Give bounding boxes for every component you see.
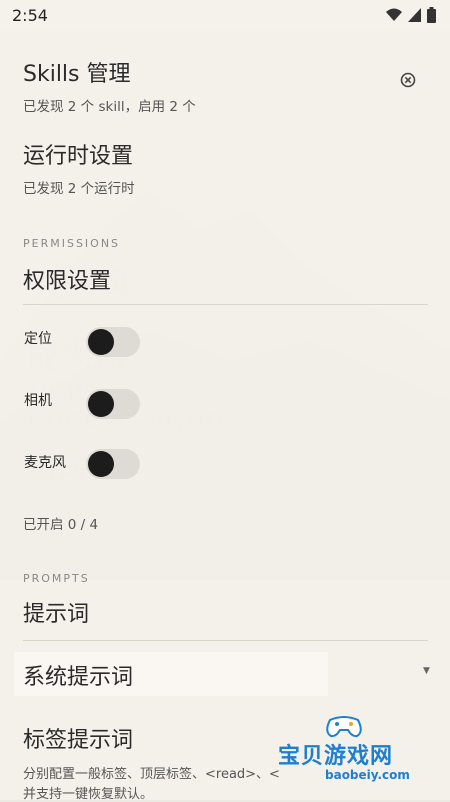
signal-icon (408, 8, 421, 22)
prompts-section-label: PROMPTS (23, 572, 90, 585)
permissions-summary: 已开启 0 / 4 (23, 517, 99, 533)
divider (23, 640, 428, 641)
permissions-section-label: PERMISSIONS (23, 237, 121, 250)
permission-label-microphone: 麦克风 (24, 455, 66, 471)
tag-prompt-title[interactable]: 标签提示词 (23, 722, 133, 754)
watermark-text: 宝贝游戏网 (278, 744, 394, 769)
dropdown-caret-icon: ▼ (423, 666, 430, 676)
status-icons (386, 7, 436, 23)
tag-prompt-description-line2: 并支持一键恢复默认。 (23, 787, 154, 802)
watermark: 宝贝游戏网 baobeiy.com (270, 710, 445, 790)
divider (23, 304, 428, 305)
runtime-title[interactable]: 运行时设置 (23, 138, 133, 170)
runtime-subtitle: 已发现 2 个运行时 (23, 181, 135, 197)
tag-prompt-description-line1: 分别配置一般标签、顶层标签、<read>、< (23, 767, 280, 782)
gamepad-icon (326, 716, 362, 738)
toggle-knob (88, 451, 114, 477)
location-toggle[interactable] (86, 327, 140, 357)
close-icon[interactable] (398, 70, 418, 90)
toggle-knob (88, 329, 114, 355)
wifi-icon (386, 8, 402, 21)
microphone-toggle[interactable] (86, 449, 140, 479)
permission-label-camera: 相机 (24, 393, 52, 409)
camera-toggle[interactable] (86, 389, 140, 419)
status-time: 2:54 (12, 6, 48, 25)
status-bar: 2:54 (0, 0, 450, 30)
prompts-title: 提示词 (23, 602, 90, 627)
skills-subtitle: 已发现 2 个 skill，启用 2 个 (23, 99, 196, 115)
skills-title[interactable]: Skills 管理 (23, 56, 131, 88)
battery-icon (427, 7, 436, 23)
permission-label-location: 定位 (24, 331, 52, 347)
toggle-knob (88, 391, 114, 417)
permissions-title: 权限设置 (23, 269, 112, 294)
system-prompt-title[interactable]: 系统提示词 (23, 659, 133, 691)
watermark-url: baobeiy.com (325, 768, 410, 782)
